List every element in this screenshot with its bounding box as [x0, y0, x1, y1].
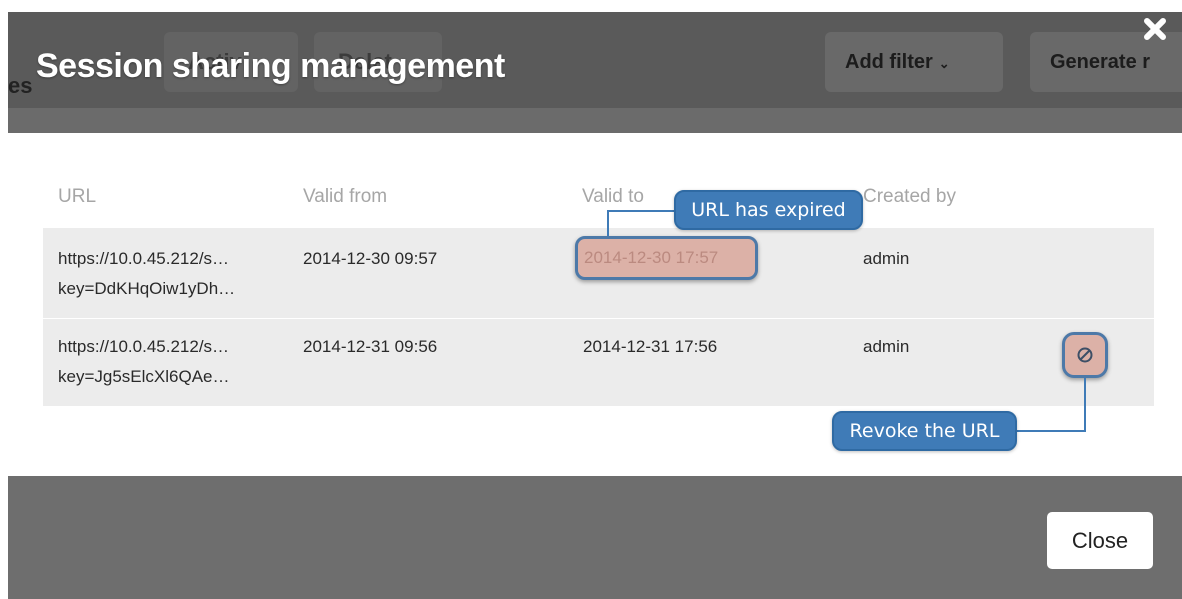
revoke-button[interactable] [1062, 332, 1108, 378]
revoke-leader-line [1084, 378, 1086, 432]
header-created-by: Created by [863, 186, 956, 207]
row1-valid-to: 2014-12-30 17:57 [584, 248, 719, 267]
revoke-leader-line [1015, 430, 1086, 432]
revoke-icon [1077, 347, 1093, 363]
row2-valid-from: 2014-12-31 09:56 [303, 337, 438, 356]
dialog-footer [8, 476, 1182, 599]
row2-created-by: admin [863, 337, 910, 356]
expired-callout: URL has expired [674, 190, 863, 230]
row1-url-line2: key=DdKHqOiw1yDh… [58, 279, 236, 298]
chevron-down-icon: ⌄ [938, 56, 950, 71]
dialog-title: Session sharing management [36, 47, 505, 85]
header-url: URL [58, 186, 97, 207]
revoke-callout: Revoke the URL [832, 411, 1017, 451]
close-button[interactable]: Close [1047, 512, 1153, 569]
row2-url-line1: https://10.0.45.212/s… [58, 337, 230, 356]
row1-created-by: admin [863, 249, 910, 268]
add-filter-label: Add filter [845, 51, 933, 73]
row1-valid-from: 2014-12-30 09:57 [303, 249, 438, 268]
row1-url-line1: https://10.0.45.212/s… [58, 249, 230, 268]
expired-leader-line [607, 210, 609, 236]
header-valid-to: Valid to [582, 186, 644, 207]
table-row [43, 319, 1154, 406]
close-icon[interactable] [1140, 14, 1170, 44]
add-filter-button: Add filter ⌄ [825, 32, 1003, 92]
row2-url-line2: key=Jg5sElcXl6QAe… [58, 367, 230, 386]
header-valid-from: Valid from [303, 186, 388, 207]
row2-valid-to: 2014-12-31 17:56 [583, 337, 718, 356]
background-tab-label: es [8, 73, 33, 98]
expired-leader-line [607, 210, 675, 212]
